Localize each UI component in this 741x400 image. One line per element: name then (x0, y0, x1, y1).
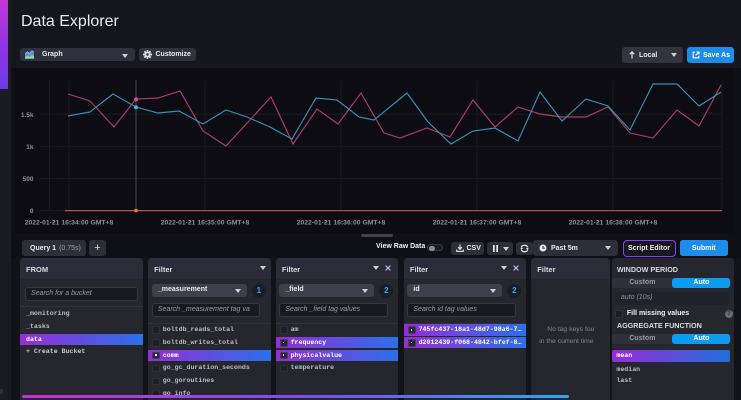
svg-text:2022-01-21 16:36:00 GMT+8: 2022-01-21 16:36:00 GMT+8 (297, 220, 386, 227)
svg-text:2022-01-21 16:38:00 GMT+8: 2022-01-21 16:38:00 GMT+8 (569, 220, 658, 227)
svg-text:1k: 1k (26, 144, 34, 151)
svg-text:0: 0 (30, 208, 34, 215)
svg-text:1.5k: 1.5k (21, 112, 34, 119)
svg-text:2022-01-21 16:37:00 GMT+8: 2022-01-21 16:37:00 GMT+8 (433, 220, 522, 227)
svg-text:500: 500 (23, 176, 34, 183)
svg-text:2022-01-21 16:34:00 GMT+8: 2022-01-21 16:34:00 GMT+8 (25, 220, 114, 227)
svg-text:2022-01-21 16:35:00 GMT+8: 2022-01-21 16:35:00 GMT+8 (161, 220, 250, 227)
